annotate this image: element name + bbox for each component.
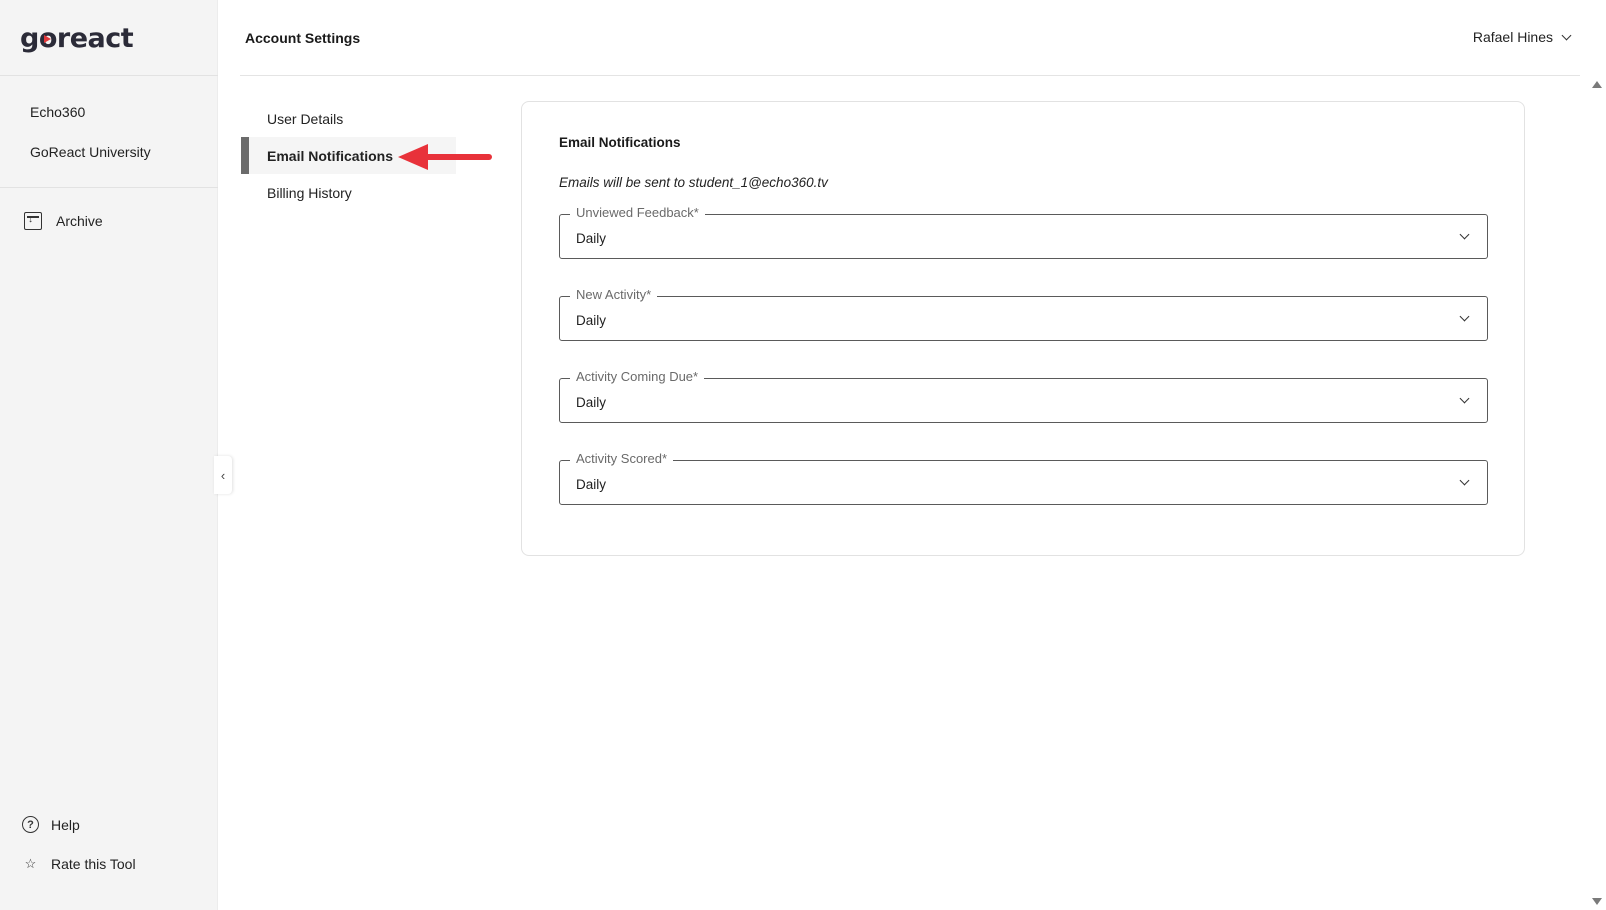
sidebar-item-echo360[interactable]: Echo360 bbox=[30, 104, 85, 120]
field-label: Unviewed Feedback* bbox=[570, 205, 705, 220]
logo-play-o: o bbox=[39, 23, 58, 54]
scroll-down-arrow[interactable] bbox=[1592, 898, 1602, 905]
goreact-logo[interactable]: g o react bbox=[20, 18, 134, 58]
chevron-down-icon bbox=[1459, 475, 1470, 486]
user-name: Rafael Hines bbox=[1472, 29, 1553, 45]
header: Account Settings Rafael Hines bbox=[240, 0, 1580, 76]
chevron-down-icon bbox=[1459, 311, 1470, 322]
field-label: New Activity* bbox=[570, 287, 658, 302]
logo-text-g: g bbox=[20, 22, 39, 54]
field-label: Activity Coming Due* bbox=[570, 369, 705, 384]
activity-scored-select[interactable]: Activity Scored* Daily bbox=[559, 451, 1488, 505]
field-label: Activity Scored* bbox=[570, 451, 674, 466]
sidebar-item-archive[interactable]: Archive bbox=[24, 212, 103, 230]
logo-text-react: react bbox=[56, 22, 134, 54]
archive-icon bbox=[24, 212, 42, 230]
star-icon: ☆ bbox=[24, 856, 37, 871]
email-recipient-note: Emails will be sent to student_1@echo360… bbox=[559, 175, 828, 190]
field-value: Daily bbox=[576, 313, 607, 328]
chevron-down-icon bbox=[1561, 30, 1572, 40]
sidebar-divider bbox=[0, 75, 218, 76]
sidebar: goreact Echo360 GoReact University Archi… bbox=[0, 0, 218, 910]
tab-billing-history[interactable]: Billing History bbox=[241, 174, 456, 211]
rate-tool-link[interactable]: ☆ Rate this Tool bbox=[22, 856, 136, 872]
archive-label: Archive bbox=[56, 213, 103, 229]
chevron-down-icon bbox=[1459, 393, 1470, 404]
help-label: Help bbox=[51, 816, 80, 833]
unviewed-feedback-select[interactable]: Unviewed Feedback* Daily bbox=[559, 205, 1488, 259]
field-value: Daily bbox=[576, 477, 607, 492]
field-value: Daily bbox=[576, 231, 607, 246]
chevron-down-icon bbox=[1459, 229, 1470, 240]
sidebar-item-goreact-university[interactable]: GoReact University bbox=[30, 144, 151, 160]
collapse-sidebar-button[interactable]: ‹ bbox=[214, 456, 232, 494]
arrow-head bbox=[398, 144, 428, 170]
arrow-shaft bbox=[420, 154, 492, 160]
play-icon bbox=[43, 34, 51, 43]
user-menu[interactable]: Rafael Hines bbox=[1472, 29, 1572, 45]
page-title: Account Settings bbox=[245, 30, 361, 46]
sidebar-divider bbox=[0, 187, 218, 188]
rate-label: Rate this Tool bbox=[51, 856, 136, 872]
chevron-left-icon: ‹ bbox=[220, 467, 226, 483]
scroll-up-arrow[interactable] bbox=[1592, 81, 1602, 88]
help-icon: ? bbox=[22, 816, 39, 833]
tab-user-details[interactable]: User Details bbox=[241, 100, 456, 137]
field-value: Daily bbox=[576, 395, 607, 410]
card-title: Email Notifications bbox=[559, 135, 681, 150]
new-activity-select[interactable]: New Activity* Daily bbox=[559, 287, 1488, 341]
activity-coming-due-select[interactable]: Activity Coming Due* Daily bbox=[559, 369, 1488, 423]
email-notifications-card: Email Notifications Emails will be sent … bbox=[521, 101, 1525, 556]
annotation-arrow bbox=[398, 144, 493, 170]
help-link[interactable]: ? Help bbox=[22, 816, 80, 833]
